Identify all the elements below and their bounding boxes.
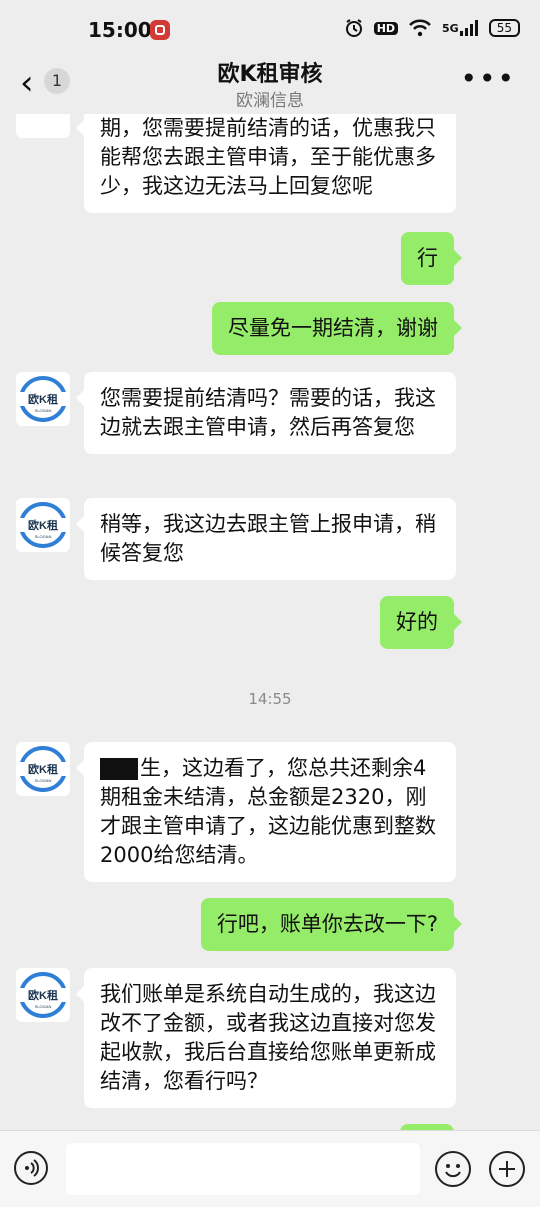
- message-text: 生，这边看了，您总共还剩余4期租金未结清，总金额是2320，刚才跟主管申请了，这…: [100, 756, 436, 867]
- status-icons: HD 5G 55: [344, 18, 520, 38]
- chat-header: ‹ 1 欧K租审核 欧澜信息 •••: [0, 52, 540, 114]
- svg-text:欧K租: 欧K租: [28, 988, 58, 1002]
- svg-text:SLOGAN: SLOGAN: [35, 408, 52, 413]
- message-text: 稍等，我这边去跟主管上报申请，稍候答复您: [100, 512, 436, 565]
- message-input[interactable]: [66, 1143, 420, 1195]
- input-bar: [0, 1130, 540, 1207]
- more-icon[interactable]: •••: [460, 65, 516, 93]
- plus-icon[interactable]: [489, 1151, 525, 1187]
- brand-logo-icon: 欧K租 SLOGAN: [19, 746, 67, 792]
- contact-avatar[interactable]: 欧K租 SLOGAN: [16, 372, 70, 426]
- message-bubble[interactable]: 稍等，我这边去跟主管上报申请，稍候答复您: [76, 498, 456, 580]
- svg-text:欧K租: 欧K租: [28, 392, 58, 406]
- brand-logo-icon: 欧K租 SLOGAN: [19, 972, 67, 1018]
- message-timestamp: 14:55: [248, 690, 292, 708]
- message-text: 行: [417, 246, 438, 270]
- message-bubble[interactable]: 行吧，账单你去改一下?: [200, 898, 463, 951]
- message-bubble[interactable]: 生，这边看了，您总共还剩余4期租金未结清，总金额是2320，刚才跟主管申请了，这…: [76, 742, 456, 882]
- svg-text:欧K租: 欧K租: [28, 518, 58, 532]
- message-text: 尽量免一期结清，谢谢: [228, 316, 438, 340]
- chat-subtitle: 欧澜信息: [236, 91, 304, 111]
- message-text: 好的: [396, 610, 438, 634]
- message-bubble[interactable]: 好的: [380, 596, 462, 649]
- message-bubble[interactable]: 我们账单是系统自动生成的，我这边改不了金额，或者我这边直接对您发起收款，我后台直…: [76, 968, 456, 1108]
- alarm-icon: [344, 18, 364, 38]
- redacted-name: [100, 758, 138, 780]
- chat-title: 欧K租审核: [217, 62, 323, 87]
- message-bubble[interactable]: 行: [401, 232, 462, 285]
- wifi-icon: [408, 19, 432, 37]
- brand-logo-icon: 欧K租 SLOGAN: [19, 376, 67, 422]
- message-text: 我们账单是系统自动生成的，我这边改不了金额，或者我这边直接对您发起收款，我后台直…: [100, 982, 436, 1093]
- notification-icon: [150, 20, 170, 40]
- contact-avatar[interactable]: 欧K租 SLOGAN: [16, 742, 70, 796]
- status-time: 15:00: [88, 18, 152, 42]
- message-text: 您需要提前结清吗？需要的话，我这边就去跟主管申请，然后再答复您: [100, 386, 436, 439]
- message-bubble[interactable]: 您需要提前结清吗？需要的话，我这边就去跟主管申请，然后再答复您: [76, 372, 456, 454]
- svg-text:SLOGAN: SLOGAN: [35, 534, 52, 539]
- contact-avatar[interactable]: 欧K租 SLOGAN: [16, 498, 70, 552]
- chat-messages[interactable]: 期，您需要提前结清的话，优惠我只能帮您去跟主管申请，至于能优惠多少，我这边无法马…: [0, 114, 540, 1130]
- brand-logo-icon: 欧K租 SLOGAN: [19, 502, 67, 548]
- battery-icon: 55: [488, 19, 520, 37]
- svg-text:SLOGAN: SLOGAN: [35, 778, 52, 783]
- emoji-icon[interactable]: [435, 1151, 471, 1187]
- voice-icon[interactable]: [14, 1151, 48, 1185]
- contact-avatar[interactable]: [16, 114, 70, 138]
- hd-icon: HD: [373, 21, 399, 35]
- signal-icon: 5G: [442, 19, 479, 37]
- network-label: 5G: [442, 21, 459, 35]
- message-text: 期，您需要提前结清的话，优惠我只能帮您去跟主管申请，至于能优惠多少，我这边无法马…: [100, 116, 436, 198]
- message-bubble[interactable]: 期，您需要提前结清的话，优惠我只能帮您去跟主管申请，至于能优惠多少，我这边无法马…: [76, 114, 456, 213]
- message-text: 行吧，账单你去改一下?: [216, 912, 438, 936]
- message-bubble[interactable]: 尽量免一期结清，谢谢: [212, 302, 462, 355]
- svg-text:欧K租: 欧K租: [28, 762, 58, 776]
- contact-avatar[interactable]: 欧K租 SLOGAN: [16, 968, 70, 1022]
- svg-text:SLOGAN: SLOGAN: [35, 1004, 52, 1009]
